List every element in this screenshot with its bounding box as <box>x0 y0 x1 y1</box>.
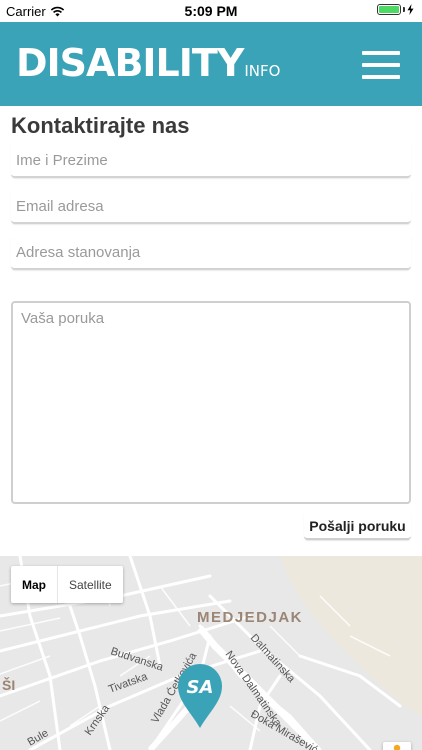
map-partial-label: ŠI <box>2 676 15 693</box>
battery-indicator <box>377 4 414 15</box>
map-type-map-button[interactable]: Map <box>11 566 57 603</box>
map-marker-label: SA <box>187 677 214 698</box>
email-input[interactable] <box>11 190 411 224</box>
map-type-control: Map Satellite <box>11 566 123 603</box>
street-view-pegman-icon[interactable] <box>383 742 411 750</box>
app-header: DISABILITY INFO <box>0 22 422 106</box>
send-message-button[interactable]: Pošalji poruku <box>304 513 411 540</box>
map-street-label: Dalmatinska <box>248 632 298 686</box>
hamburger-menu-icon[interactable] <box>362 51 400 79</box>
map-type-satellite-button[interactable]: Satellite <box>57 566 123 603</box>
battery-icon <box>377 4 401 15</box>
logo-sub-text: INFO <box>244 62 281 80</box>
map-location-marker[interactable]: SA <box>178 664 222 728</box>
message-textarea[interactable] <box>11 301 411 504</box>
disability-info-logo[interactable]: DISABILITY INFO <box>16 44 280 82</box>
map-district-label: MEDJEDJAK <box>197 609 303 626</box>
logo-main-text: DISABILITY <box>16 41 244 85</box>
name-input[interactable] <box>11 144 411 178</box>
map-view[interactable]: MEDJEDJAK ŠI Budvanska Tivatska Vlada Će… <box>0 556 422 750</box>
charging-bolt-icon <box>407 4 414 15</box>
address-input[interactable] <box>11 236 411 270</box>
clock: 5:09 PM <box>184 3 238 19</box>
page-title: Kontaktirajte nas <box>11 113 190 138</box>
status-bar: Carrier 5:09 PM <box>0 0 422 22</box>
